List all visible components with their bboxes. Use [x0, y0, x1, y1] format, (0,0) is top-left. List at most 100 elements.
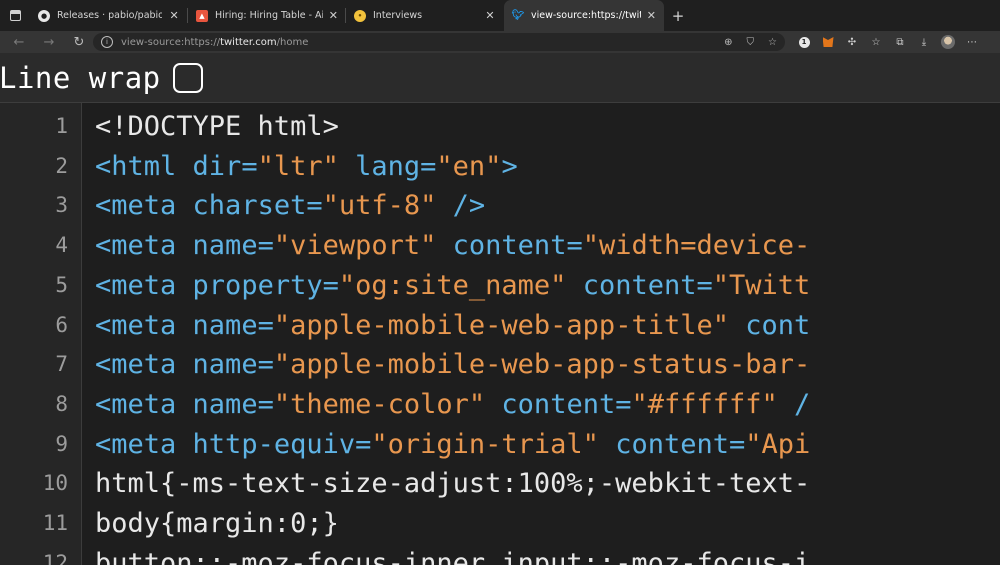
- line-number: 2: [55, 153, 68, 178]
- line-code: html{-ms-text-size-adjust:100%;-webkit-t…: [95, 464, 810, 504]
- line-number: 12: [42, 550, 68, 565]
- close-icon[interactable]: ✕: [484, 9, 496, 22]
- code-token-tag: <meta: [95, 269, 177, 301]
- plus-icon: +: [671, 6, 685, 25]
- menu-button[interactable]: ⋯: [960, 31, 984, 53]
- source-line: 9 <meta http-equiv="origin-trial" content…: [0, 425, 1000, 465]
- code-token-attr: name=: [192, 230, 274, 262]
- code-token-val: "en": [436, 150, 502, 182]
- close-icon[interactable]: ✕: [329, 9, 338, 22]
- browser-toolbar: ← → ↻ i view-source:https://twitter.com/…: [0, 31, 1000, 53]
- url-host: twitter.com: [220, 36, 277, 48]
- source-line: 12 button::-moz-focus-inner,input::-moz-f…: [0, 544, 1000, 565]
- collections-button[interactable]: ⧉: [888, 31, 912, 53]
- download-icon: ⤓: [921, 36, 927, 48]
- line-code: button::-moz-focus-inner,input::-moz-foc…: [95, 544, 810, 565]
- source-line: 3 <meta charset="utf-8" />: [0, 186, 1000, 226]
- code-token-val: "utf-8": [322, 190, 437, 222]
- reload-button[interactable]: ↻: [64, 35, 94, 50]
- tab-airtable[interactable]: ▲ Hiring: Hiring Table - Airtable ✕: [188, 0, 346, 31]
- source-line: 5 <meta property="og:site_name" content="…: [0, 266, 1000, 306]
- forward-button[interactable]: →: [34, 35, 64, 50]
- extensions-button[interactable]: ✣: [840, 31, 864, 53]
- tab-releases[interactable]: ● Releases · pabio/pabio ✕: [30, 0, 188, 31]
- line-number: 4: [55, 233, 68, 258]
- line-code: <meta http-equiv="origin-trial" content=…: [95, 425, 810, 465]
- tab-title: view-source:https://twitter.com/home: [531, 10, 641, 21]
- code-token-val: "apple-mobile-web-app-title": [273, 309, 729, 341]
- code-token-attr: property=: [192, 269, 339, 301]
- code-token-attr: content=: [615, 428, 746, 460]
- code-token-tag: <meta: [95, 230, 177, 262]
- line-wrap-label: Line wrap: [0, 60, 161, 95]
- code-token-attr: content=: [582, 269, 713, 301]
- line-code: <meta name="viewport" content="width=dev…: [95, 226, 810, 266]
- info-icon[interactable]: i: [101, 36, 113, 48]
- emoji-icon: •: [354, 9, 366, 22]
- code-token-val: "Api: [745, 428, 811, 460]
- code-token-val: "ltr": [257, 150, 339, 182]
- code-token-attr: http-equiv=: [192, 428, 372, 460]
- address-url[interactable]: view-source:https://twitter.com/home: [121, 37, 308, 48]
- source-line: 6 <meta name="apple-mobile-web-app-title"…: [0, 306, 1000, 346]
- extensions-bar: 1 ✣ ☆ ⧉ ⤓ ⋯: [792, 31, 984, 53]
- code-token-attr: name=: [192, 309, 274, 341]
- code-token-plain: button::-moz-focus-inner,input::-moz-foc…: [95, 547, 811, 565]
- close-icon[interactable]: ✕: [647, 9, 656, 22]
- password-manager-extension[interactable]: 1: [792, 31, 816, 53]
- more-icon: ⋯: [967, 36, 977, 48]
- code-token-tag: <meta: [95, 428, 177, 460]
- favorites-button[interactable]: ☆: [864, 31, 888, 53]
- zoom-icon[interactable]: ⊕: [724, 37, 732, 48]
- code-token-plain: html{-ms-text-size-adjust:100%;-webkit-t…: [95, 468, 811, 500]
- url-prefix: view-source:https://: [121, 36, 221, 48]
- line-wrap-checkbox[interactable]: [172, 62, 203, 93]
- new-tab-button[interactable]: +: [664, 0, 692, 31]
- tab-title: Releases · pabio/pabio: [57, 10, 163, 21]
- favorite-star-icon[interactable]: ☆: [768, 37, 777, 48]
- tracking-prevention-icon[interactable]: ⛉: [747, 37, 755, 48]
- favorites-icon: ☆: [871, 36, 881, 48]
- code-token-val: "og:site_name": [338, 269, 567, 301]
- line-number: 7: [55, 352, 68, 377]
- airtable-icon: ▲: [196, 9, 208, 22]
- code-token-tag: >: [501, 150, 518, 182]
- source-line: 8 <meta name="theme-color" content="#ffff…: [0, 385, 1000, 425]
- twitter-icon: 🐦︎: [511, 10, 525, 21]
- tab-actions-icon: [9, 10, 21, 21]
- line-code: <meta name="apple-mobile-web-app-status-…: [95, 345, 810, 385]
- close-icon[interactable]: ✕: [168, 9, 180, 22]
- code-token-attr: content=: [501, 388, 632, 420]
- address-bar[interactable]: i view-source:https://twitter.com/home ⊕…: [93, 33, 785, 51]
- back-button[interactable]: ←: [4, 35, 34, 50]
- code-token-tag: <meta: [95, 309, 177, 341]
- line-number: 10: [42, 471, 68, 496]
- address-bar-actions: ⊕ ⛉ ☆: [710, 33, 777, 51]
- profile-button[interactable]: [936, 31, 960, 53]
- code-token-val: "apple-mobile-web-app-status-bar-: [273, 349, 811, 381]
- code-token-val: "viewport": [273, 230, 437, 262]
- metamask-extension[interactable]: [816, 31, 840, 53]
- tab-title: Interviews: [373, 10, 423, 21]
- downloads-button[interactable]: ⤓: [912, 31, 936, 53]
- tab-actions-button[interactable]: [0, 0, 30, 31]
- collections-icon: ⧉: [896, 36, 904, 48]
- puzzle-icon: ✣: [847, 36, 857, 48]
- tab-interviews[interactable]: • Interviews ✕: [346, 0, 504, 31]
- url-path: /home: [276, 36, 309, 48]
- line-code: body{margin:0;}: [95, 504, 339, 544]
- line-code: <meta name="theme-color" content="#fffff…: [95, 385, 810, 425]
- code-token-val: "Twitt: [712, 269, 811, 301]
- onepassword-icon: 1: [798, 36, 810, 48]
- tab-view-source[interactable]: 🐦︎ view-source:https://twitter.com/home …: [504, 0, 664, 31]
- code-token-attr: name=: [192, 349, 274, 381]
- line-number: 11: [42, 511, 68, 535]
- code-token-attr: charset=: [192, 190, 323, 222]
